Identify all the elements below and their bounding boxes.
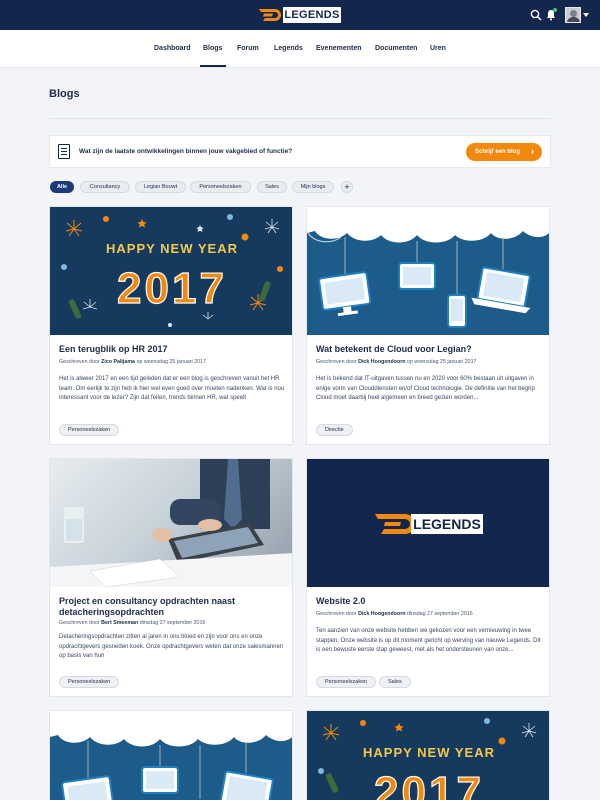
- card-tag[interactable]: Personeelszaken: [59, 676, 120, 688]
- card-image-cloud-devices: [50, 711, 292, 800]
- card-excerpt: Het is alweer 2017 en een tijd geleden d…: [59, 376, 285, 402]
- filter-chip-personeelszaken[interactable]: Personeelszaken: [190, 181, 251, 193]
- filter-chip-alle[interactable]: Alle: [50, 181, 74, 193]
- card-image-heading: HAPPY NEW YEAR: [363, 745, 495, 760]
- cloud-devices-illustration: [307, 207, 549, 328]
- fireworks-illustration: HAPPY NEW YEAR 2017: [61, 214, 283, 327]
- blog-card[interactable]: [49, 710, 293, 800]
- card-author: Bert Smeeman: [101, 620, 139, 626]
- card-author: Dick Hoogendoorn: [358, 359, 406, 365]
- logo-mark-icon: [259, 9, 281, 21]
- card-tag[interactable]: Sales: [379, 676, 411, 688]
- page-title: Blogs: [49, 88, 80, 100]
- card-image-cloud-devices: [307, 207, 549, 335]
- card-excerpt: Ten aanzien van onze website hebben we g…: [316, 628, 541, 654]
- nav-active-indicator: [200, 65, 226, 67]
- card-image-happy-new-year: HAPPY NEW YEAR 2017: [307, 711, 549, 800]
- cloud-devices-illustration: [50, 711, 292, 800]
- search-icon[interactable]: [530, 9, 542, 21]
- top-bar: LEGENDS: [0, 0, 600, 30]
- card-image-happy-new-year: HAPPY NEW YEAR 2017: [50, 207, 292, 335]
- nav-item-forum[interactable]: Forum: [237, 45, 259, 52]
- blog-card[interactable]: Project en consultancy opdrachten naast …: [49, 458, 293, 697]
- card-date: op woensdag 25 januari 2017: [136, 359, 206, 365]
- nav-item-evenementen[interactable]: Evenementen: [316, 45, 362, 52]
- blog-card[interactable]: LEGENDS Website 2.0 Geschreven door Dick…: [306, 458, 550, 697]
- card-title[interactable]: Een terugblik op HR 2017: [59, 344, 285, 355]
- avatar[interactable]: [565, 7, 581, 23]
- card-image-legends-logo: LEGENDS: [307, 459, 549, 587]
- nav-item-blogs[interactable]: Blogs: [203, 45, 222, 52]
- card-author: Zico Palijama: [101, 359, 135, 365]
- card-meta: Geschreven door Bert Smeeman dinsdag 27 …: [59, 620, 285, 626]
- chevron-down-icon[interactable]: [583, 13, 589, 17]
- meta-prefix: Geschreven door: [59, 620, 100, 626]
- filter-chip-legian-bouwt[interactable]: Legian Bouwt: [135, 181, 186, 193]
- blog-card[interactable]: Wat betekent de Cloud voor Legian? Gesch…: [306, 206, 550, 445]
- write-blog-button-label: Schrijf een blog: [475, 149, 521, 155]
- card-meta: Geschreven door Dick Hoogendoorn dinsdag…: [316, 611, 542, 617]
- card-author: Dick Hoogendoorn: [358, 611, 406, 617]
- legends-logo[interactable]: LEGENDS: [258, 7, 342, 23]
- card-image-heading: HAPPY NEW YEAR: [106, 241, 238, 256]
- nav-item-legends[interactable]: Legends: [274, 45, 303, 52]
- card-date: dinsdag 27 september 2016: [139, 620, 206, 626]
- main-nav: Dashboard Blogs Forum Legends Evenemente…: [0, 30, 600, 68]
- card-title[interactable]: Project en consultancy opdrachten naast …: [59, 596, 285, 618]
- document-icon: [58, 144, 70, 159]
- nav-item-uren[interactable]: Uren: [430, 45, 446, 52]
- card-image-year: 2017: [374, 768, 484, 800]
- card-excerpt: Detacheringsopdrachten zitten al jaren i…: [59, 634, 284, 660]
- notification-dot: [553, 8, 557, 12]
- blog-card[interactable]: HAPPY NEW YEAR 2017: [306, 710, 550, 800]
- card-image-logo-text: LEGENDS: [413, 516, 481, 532]
- card-title[interactable]: Website 2.0: [316, 596, 542, 607]
- filter-chip-mijn-blogs[interactable]: Mijn blogs: [292, 181, 334, 193]
- chevron-right-icon: ›: [531, 146, 534, 156]
- write-blog-banner: Wat zijn de laatste ontwikkelingen binne…: [49, 135, 551, 168]
- title-divider: [49, 118, 551, 119]
- nav-item-dashboard[interactable]: Dashboard: [154, 45, 191, 52]
- meta-prefix: Geschreven door: [316, 359, 357, 365]
- cta-question: Wat zijn de laatste ontwikkelingen binne…: [79, 148, 293, 155]
- add-filter-button[interactable]: +: [341, 181, 353, 193]
- card-image-business-tablet: [50, 459, 292, 587]
- filter-chip-consultancy[interactable]: Consultancy: [80, 181, 130, 193]
- card-title[interactable]: Wat betekent de Cloud voor Legian?: [316, 344, 542, 355]
- nav-item-documenten[interactable]: Documenten: [375, 45, 417, 52]
- meta-prefix: Geschreven door: [59, 359, 100, 365]
- legends-logo-illustration: LEGENDS: [375, 514, 483, 534]
- card-meta: Geschreven door Zico Palijama op woensda…: [59, 359, 285, 365]
- logo-wordmark: LEGENDS: [283, 7, 341, 23]
- meta-prefix: Geschreven door: [316, 611, 357, 617]
- card-tag[interactable]: Personeelszaken: [59, 424, 120, 436]
- card-meta: Geschreven door Dick Hoogendoorn op woen…: [316, 359, 542, 365]
- card-excerpt: Het is bekend dat IT-uitgaven tussen nu …: [316, 376, 535, 402]
- filter-chip-sales[interactable]: Sales: [257, 181, 287, 193]
- fireworks-illustration: HAPPY NEW YEAR 2017: [318, 718, 537, 800]
- card-date: op woensdag 25 januari 2017: [407, 359, 477, 365]
- card-date: dinsdag 27 september 2016: [407, 611, 473, 617]
- card-image-year: 2017: [117, 264, 227, 313]
- business-photo-illustration: [50, 459, 292, 587]
- card-tag[interactable]: Personeelszaken: [316, 676, 377, 688]
- write-blog-button[interactable]: Schrijf een blog ›: [466, 143, 542, 161]
- card-tag[interactable]: Directie: [316, 424, 353, 436]
- blog-card[interactable]: HAPPY NEW YEAR 2017 Een terugblik op HR …: [49, 206, 293, 445]
